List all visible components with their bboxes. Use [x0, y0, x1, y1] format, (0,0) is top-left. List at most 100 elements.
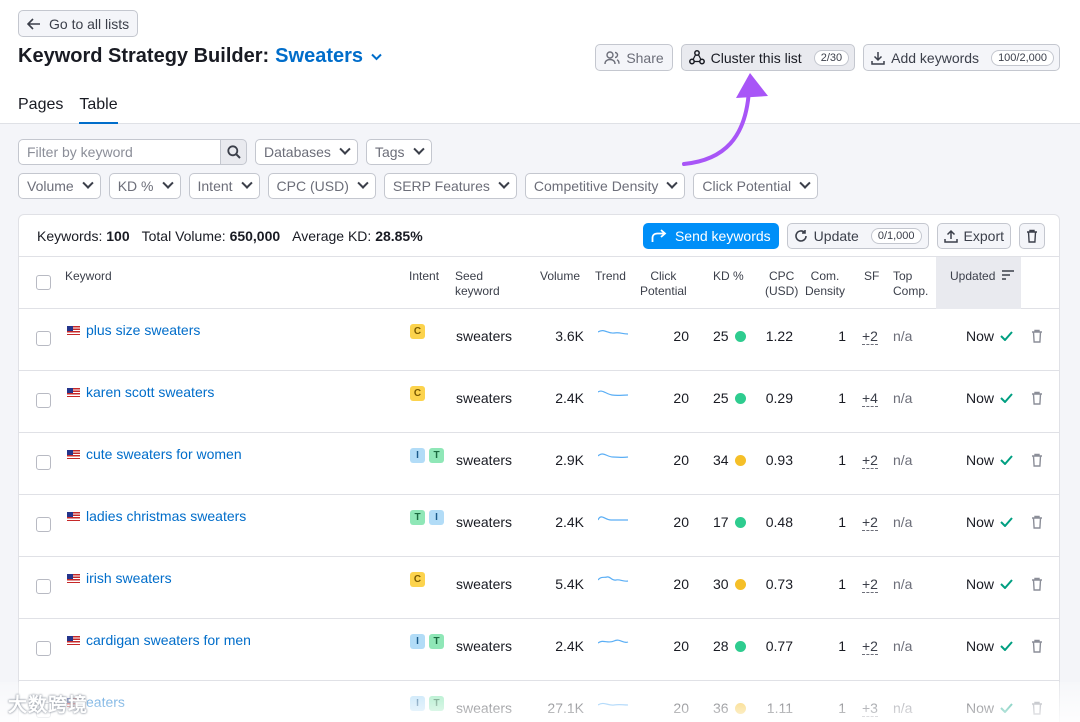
trend-sparkline[interactable] [597, 387, 630, 403]
share-button[interactable]: Share [595, 44, 673, 71]
send-keywords-button[interactable]: Send keywords [642, 223, 779, 249]
col-cpc[interactable]: CPC (USD) [765, 269, 798, 299]
trash-icon [1032, 701, 1042, 715]
keyword-filter-input[interactable]: Filter by keyword [18, 139, 221, 165]
trend-sparkline[interactable] [597, 573, 630, 589]
select-all-checkbox[interactable] [36, 275, 51, 290]
keywords-count-value: 100 [106, 227, 130, 244]
keyword-text: plus size sweaters [86, 322, 201, 338]
kd-value: 25 [713, 328, 729, 344]
serp-features-filter[interactable]: SERP Features [383, 173, 517, 199]
volume-filter[interactable]: Volume [18, 173, 101, 199]
row-checkbox[interactable] [36, 455, 51, 470]
keyword-link[interactable]: ladies christmas sweaters [67, 508, 246, 524]
cpc-value: 1.22 [765, 328, 793, 344]
trend-sparkline[interactable] [597, 511, 630, 527]
row-delete-button[interactable] [1031, 639, 1043, 656]
chevron-down-icon [82, 177, 94, 189]
col-sf[interactable]: SF [864, 269, 879, 284]
serp-features-link[interactable]: +2 [862, 514, 878, 531]
dropdown-label: SERP Features [392, 178, 490, 194]
chevron-down-icon [161, 177, 174, 189]
intent-filter[interactable]: Intent [188, 173, 260, 199]
trend-sparkline[interactable] [597, 697, 630, 713]
col-top-line2: Comp. [893, 284, 929, 298]
keyword-link[interactable]: irish sweaters [67, 570, 172, 586]
row-checkbox[interactable] [36, 517, 51, 532]
keyword-link[interactable]: cute sweaters for women [67, 446, 242, 462]
com-density-value: 1 [838, 452, 846, 468]
tab-pages[interactable]: Pages [18, 96, 63, 124]
row-delete-button[interactable] [1031, 391, 1043, 408]
table-row: plus size sweaters C sweaters 3.6K 20 25… [19, 309, 1059, 371]
serp-features-link[interactable]: +2 [862, 328, 878, 345]
seed-keyword: sweaters [456, 328, 513, 344]
cluster-list-button[interactable]: Cluster this list 2/30 [680, 44, 856, 71]
col-com-line2: Density [805, 284, 846, 298]
row-delete-button[interactable] [1031, 701, 1043, 718]
check-icon [1000, 393, 1013, 403]
search-button[interactable] [221, 139, 247, 165]
check-icon [1000, 455, 1013, 465]
list-selector[interactable]: Sweaters [275, 45, 363, 68]
update-button[interactable]: Update 0/1,000 [786, 223, 929, 249]
col-updated[interactable]: Updated [936, 257, 1021, 309]
trend-sparkline[interactable] [597, 449, 630, 465]
row-checkbox[interactable] [36, 579, 51, 594]
kd-value: 34 [713, 452, 729, 468]
trash-icon [1032, 453, 1042, 467]
intent-badge: T [410, 510, 425, 525]
com-density-value: 1 [838, 576, 846, 592]
click-potential-value: 20 [673, 452, 689, 468]
row-checkbox[interactable] [36, 331, 51, 346]
competitive-density-filter[interactable]: Competitive Density [524, 173, 686, 199]
chevron-down-icon[interactable] [371, 53, 382, 61]
col-top-comp[interactable]: Top Comp. [893, 269, 928, 299]
col-keyword[interactable]: Keyword [65, 269, 112, 284]
keyword-link[interactable]: cardigan sweaters for men [67, 632, 251, 648]
serp-features-link[interactable]: +4 [862, 390, 878, 407]
trash-icon [1032, 577, 1042, 591]
keyword-link[interactable]: karen scott sweaters [67, 384, 214, 400]
tab-table[interactable]: Table [79, 96, 118, 124]
serp-features-link[interactable]: +3 [862, 700, 878, 717]
serp-features-link[interactable]: +2 [862, 638, 878, 655]
intent-badges: C [410, 572, 425, 587]
chevron-down-icon [799, 177, 811, 189]
delete-list-button[interactable] [1019, 223, 1045, 249]
kd-filter[interactable]: KD % [108, 173, 181, 199]
updated-value: Now [966, 576, 995, 592]
click-potential-filter[interactable]: Click Potential [693, 173, 819, 199]
cpc-value: 0.73 [765, 576, 793, 592]
databases-dropdown[interactable]: Databases [255, 139, 358, 165]
serp-features-link[interactable]: +2 [862, 452, 878, 469]
top-comp-value: n/a [893, 452, 913, 468]
tags-dropdown[interactable]: Tags [365, 139, 432, 165]
row-checkbox[interactable] [36, 393, 51, 408]
row-checkbox[interactable] [36, 641, 51, 656]
back-to-lists-button[interactable]: Go to all lists [18, 10, 139, 37]
com-density-value: 1 [838, 328, 846, 344]
trend-sparkline[interactable] [597, 635, 630, 651]
export-button[interactable]: Export [936, 223, 1011, 249]
trend-sparkline[interactable] [597, 325, 630, 341]
col-click-potential[interactable]: Click Potential [640, 269, 687, 299]
add-keywords-button[interactable]: Add keywords 100/2,000 [863, 44, 1060, 71]
col-volume[interactable]: Volume [540, 269, 580, 284]
header-actions: Share Cluster this list 2/30 Add keyword… [595, 44, 1060, 71]
col-trend[interactable]: Trend [595, 269, 626, 284]
share-label: Share [626, 49, 664, 66]
cpc-filter[interactable]: CPC (USD) [267, 173, 376, 199]
table-row: cardigan sweaters for men IT sweaters 2.… [19, 619, 1059, 681]
col-com-density[interactable]: Com. Density [805, 269, 845, 299]
row-delete-button[interactable] [1031, 453, 1043, 470]
col-kd[interactable]: KD % [713, 269, 744, 284]
keyword-link[interactable]: plus size sweaters [67, 322, 200, 338]
intent-badge: T [429, 448, 444, 463]
serp-features-link[interactable]: +2 [862, 576, 878, 593]
col-intent[interactable]: Intent [409, 269, 439, 284]
row-delete-button[interactable] [1031, 329, 1043, 346]
col-seed-keyword[interactable]: Seed keyword [455, 269, 500, 299]
row-delete-button[interactable] [1031, 577, 1043, 594]
row-delete-button[interactable] [1031, 515, 1043, 532]
